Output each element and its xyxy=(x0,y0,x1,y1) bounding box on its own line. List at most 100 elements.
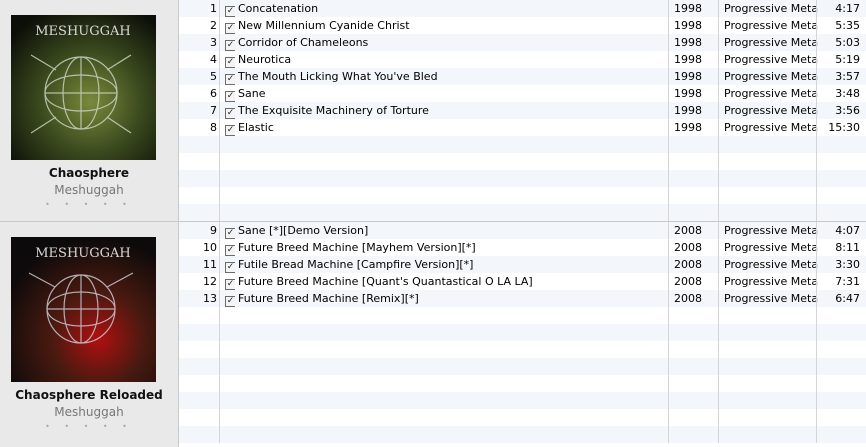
checkmark-icon: ✓ xyxy=(225,57,235,68)
empty-row xyxy=(179,136,866,153)
track-checkbox[interactable]: ✓ xyxy=(225,85,235,102)
track-genre: Progressive Metal xyxy=(724,104,819,117)
track-checkbox[interactable]: ✓ xyxy=(225,222,235,239)
track-genre: Progressive Metal xyxy=(724,70,819,83)
track-row[interactable]: 3 ✓ Corridor of Chameleons 1998 Progressive … xyxy=(179,34,866,51)
track-row[interactable]: 7 ✓ The Exquisite Machinery of Torture 1998… xyxy=(179,102,866,119)
album-group-chaosphere: MESHUGGAH Chaosphere Meshuggah • • • • •… xyxy=(0,0,866,221)
track-number: 8 xyxy=(210,121,217,134)
track-row[interactable]: 10 ✓ Future Breed Machine [Mayhem Version]… xyxy=(179,239,866,256)
track-time: 5:03 xyxy=(835,36,860,49)
track-name: Future Breed Machine [Remix][*] xyxy=(238,292,419,305)
track-row[interactable]: 8 ✓ Elastic 1998 Progressive Metal 15:30 xyxy=(179,119,866,136)
track-checkbox[interactable]: ✓ xyxy=(225,0,235,17)
album-rating[interactable]: • • • • • xyxy=(0,422,178,431)
empty-row xyxy=(179,392,866,409)
track-year: 2008 xyxy=(674,275,702,288)
empty-row xyxy=(179,307,866,324)
track-checkbox[interactable]: ✓ xyxy=(225,34,235,51)
track-number: 7 xyxy=(210,104,217,117)
album-panel: MESHUGGAH Chaosphere Reloaded Meshuggah … xyxy=(0,222,179,447)
track-row[interactable]: 13 ✓ Future Breed Machine [Remix][*] 2008 Pr… xyxy=(179,290,866,307)
track-row[interactable]: 2 ✓ New Millennium Cyanide Christ 1998 Progr… xyxy=(179,17,866,34)
track-checkbox[interactable]: ✓ xyxy=(225,119,235,136)
track-number: 4 xyxy=(210,53,217,66)
track-genre: Progressive Metal xyxy=(724,36,819,49)
empty-row xyxy=(179,187,866,204)
track-checkbox[interactable]: ✓ xyxy=(225,102,235,119)
empty-row xyxy=(179,409,866,426)
track-year: 1998 xyxy=(674,104,702,117)
checkmark-icon: ✓ xyxy=(225,279,235,290)
empty-row xyxy=(179,426,866,443)
empty-row xyxy=(179,153,866,170)
track-checkbox[interactable]: ✓ xyxy=(225,256,235,273)
track-time: 8:11 xyxy=(835,241,860,254)
empty-row xyxy=(179,375,866,392)
album-artist[interactable]: Meshuggah xyxy=(0,405,178,419)
track-number: 5 xyxy=(210,70,217,83)
track-name: Neurotica xyxy=(238,53,292,66)
album-title[interactable]: Chaosphere xyxy=(0,166,178,180)
track-row[interactable]: 12 ✓ Future Breed Machine [Quant's Quantas… xyxy=(179,273,866,290)
track-checkbox[interactable]: ✓ xyxy=(225,239,235,256)
svg-text:MESHUGGAH: MESHUGGAH xyxy=(35,246,131,261)
track-number: 13 xyxy=(203,292,217,305)
track-name: Future Breed Machine [Mayhem Version][*] xyxy=(238,241,476,254)
track-genre: Progressive Metal xyxy=(724,53,819,66)
track-checkbox[interactable]: ✓ xyxy=(225,273,235,290)
track-genre: Progressive Metal xyxy=(724,275,819,288)
track-name: Future Breed Machine [Quant's Quantastic… xyxy=(238,275,533,288)
track-year: 1998 xyxy=(674,53,702,66)
checkmark-icon: ✓ xyxy=(225,91,235,102)
checkmark-icon: ✓ xyxy=(225,6,235,17)
track-time: 7:31 xyxy=(835,275,860,288)
track-number: 1 xyxy=(210,2,217,15)
album-title[interactable]: Chaosphere Reloaded xyxy=(0,388,178,402)
track-name: The Mouth Licking What You've Bled xyxy=(238,70,438,83)
column-divider xyxy=(816,222,817,443)
track-checkbox[interactable]: ✓ xyxy=(225,17,235,34)
track-name: Sane [*][Demo Version] xyxy=(238,224,369,237)
track-year: 1998 xyxy=(674,70,702,83)
track-row[interactable]: 11 ✓ Futile Bread Machine [Campfire Versio… xyxy=(179,256,866,273)
column-divider xyxy=(718,222,719,443)
svg-text:MESHUGGAH: MESHUGGAH xyxy=(35,24,131,39)
track-number: 6 xyxy=(210,87,217,100)
track-row[interactable]: 6 ✓ Sane 1998 Progressive Metal 3:48 xyxy=(179,85,866,102)
track-year: 2008 xyxy=(674,292,702,305)
empty-row xyxy=(179,170,866,187)
album-cover[interactable]: MESHUGGAH xyxy=(11,15,156,160)
track-row[interactable]: 4 ✓ Neurotica 1998 Progressive Metal 5:19 xyxy=(179,51,866,68)
empty-row xyxy=(179,341,866,358)
checkmark-icon: ✓ xyxy=(225,108,235,119)
track-time: 3:57 xyxy=(835,70,860,83)
track-time: 4:17 xyxy=(835,2,860,15)
column-divider xyxy=(219,222,220,443)
track-row[interactable]: 9 ✓ Sane [*][Demo Version] 2008 Progressive … xyxy=(179,222,866,239)
checkmark-icon: ✓ xyxy=(225,262,235,273)
track-name: The Exquisite Machinery of Torture xyxy=(238,104,429,117)
album-cover[interactable]: MESHUGGAH xyxy=(11,237,156,382)
track-checkbox[interactable]: ✓ xyxy=(225,51,235,68)
column-divider xyxy=(816,0,817,221)
track-time: 4:07 xyxy=(835,224,860,237)
track-name: Sane xyxy=(238,87,266,100)
track-genre: Progressive Metal xyxy=(724,258,819,271)
track-year: 2008 xyxy=(674,241,702,254)
empty-row xyxy=(179,358,866,375)
empty-row xyxy=(179,324,866,341)
album-artist[interactable]: Meshuggah xyxy=(0,183,178,197)
track-checkbox[interactable]: ✓ xyxy=(225,290,235,307)
checkmark-icon: ✓ xyxy=(225,40,235,51)
album-rating[interactable]: • • • • • xyxy=(0,200,178,209)
track-time: 3:56 xyxy=(835,104,860,117)
track-genre: Progressive Metal xyxy=(724,19,819,32)
track-year: 1998 xyxy=(674,87,702,100)
album-panel: MESHUGGAH Chaosphere Meshuggah • • • • • xyxy=(0,0,179,221)
track-name: Elastic xyxy=(238,121,274,134)
track-genre: Progressive Metal xyxy=(724,2,819,15)
track-row[interactable]: 1 ✓ Concatenation 1998 Progressive Metal 4:17 xyxy=(179,0,866,17)
track-checkbox[interactable]: ✓ xyxy=(225,68,235,85)
track-row[interactable]: 5 ✓ The Mouth Licking What You've Bled 1998… xyxy=(179,68,866,85)
